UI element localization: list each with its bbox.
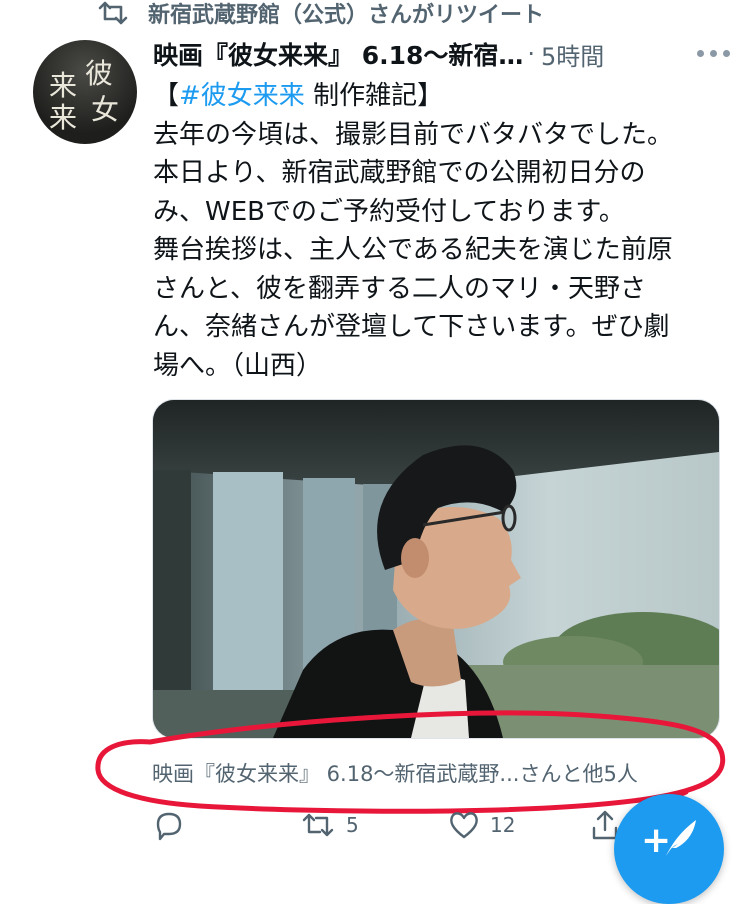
retweet-button[interactable]: 5 (300, 808, 359, 842)
tweet-text-line: 舞台挨拶は、主人公である紀夫を演じた前原 (153, 235, 673, 265)
compose-tweet-button[interactable]: + (614, 794, 724, 904)
compose-feather-icon (666, 820, 696, 856)
heart-icon (450, 812, 478, 839)
tweet-text-line-1: 【#彼女来来 制作雑記】 (153, 77, 723, 116)
avatar-glyph: 来 (49, 101, 78, 134)
retweet-count: 5 (346, 813, 359, 837)
retweet-action-icon (302, 813, 334, 837)
avatar-glyph: 女 (91, 93, 120, 126)
like-count: 12 (490, 813, 516, 837)
tweet-text-line: 本日より、新宿武蔵野館での公開初日分の (153, 158, 646, 188)
photo-man-in-glasses (153, 400, 719, 738)
timestamp[interactable]: 5時間 (541, 37, 604, 72)
retweet-icon (98, 1, 128, 25)
avatar-glyph: 来 (49, 69, 78, 102)
author-name[interactable]: 映画『彼女来来』 6.18〜新宿… (153, 36, 523, 72)
tweet-text: 【#彼女来来 制作雑記】 去年の今頃は、撮影目前でバタバタでした。 本日より、新… (153, 77, 723, 385)
tweet-text-line: ん、奈緒さんが登壇して下さいます。ぜひ劇 (153, 312, 670, 342)
retweet-context-label: 新宿武蔵野館（公式）さんがリツイート (148, 3, 545, 28)
tweet-media-image[interactable] (152, 399, 720, 739)
bracket-open: 【 (153, 81, 180, 111)
more-options-icon[interactable] (688, 42, 730, 64)
tweet-text-line: さんと、彼を翻弄する二人のマリ・天野さ (153, 273, 646, 304)
tweet-text-line: 場へ。（山西） (153, 350, 323, 381)
like-button[interactable]: 12 (448, 808, 515, 842)
retweet-context[interactable]: 新宿武蔵野館（公式）さんがリツイート (96, 0, 545, 28)
avatar-glyph: 彼 (85, 57, 114, 90)
avatar[interactable]: 彼 女 来 来 (33, 40, 137, 144)
tweet-actions: 5 12 (150, 808, 620, 842)
reply-icon (156, 812, 182, 841)
tweet-header: 映画『彼女来来』 6.18〜新宿… · 5時間 (153, 36, 730, 72)
tagged-users-link[interactable]: 映画『彼女来来』 6.18〜新宿武蔵野...さんと他5人 (152, 758, 638, 788)
tweet-text-line: 去年の今頃は、撮影目前でバタバタでした。 (153, 119, 674, 150)
reply-button[interactable] (152, 808, 196, 842)
tweet-text-line: み、WEBでのご予約受付しております。 (153, 196, 625, 227)
hashtag-link[interactable]: #彼女来来 (179, 81, 305, 111)
header-separator: · (527, 40, 536, 68)
hashtag-rest: 制作雑記】 (304, 81, 444, 111)
